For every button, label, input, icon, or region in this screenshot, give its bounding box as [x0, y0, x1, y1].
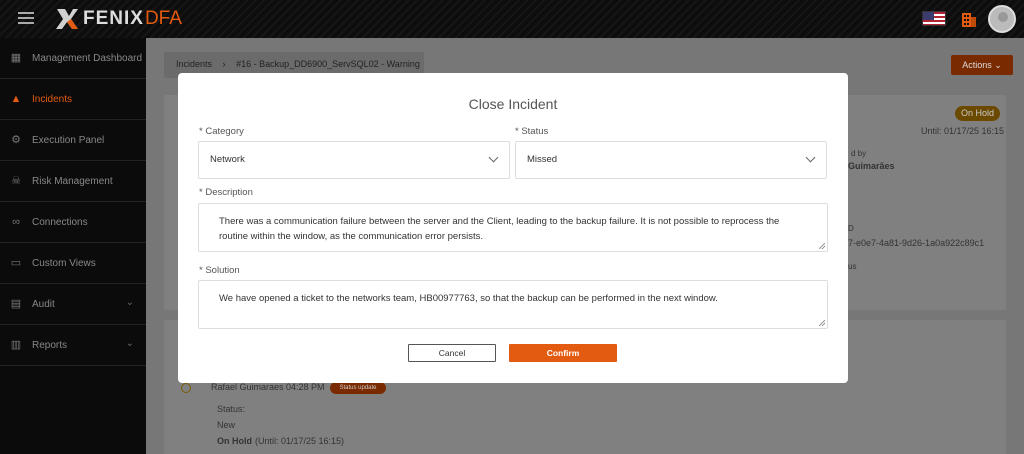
- sidebar-item-label: Custom Views: [32, 257, 96, 269]
- status-value: Missed: [527, 154, 558, 165]
- actions-button[interactable]: Actions ⌄: [951, 55, 1013, 75]
- sidebar-item-connections[interactable]: ∞ Connections: [0, 202, 146, 243]
- logo-sub-text: DFA: [144, 8, 182, 29]
- sidebar-item-reports[interactable]: ▥ Reports ⌄: [0, 325, 146, 366]
- monitor-icon: ▭: [10, 257, 22, 269]
- timeline-old-status: New: [217, 420, 236, 430]
- chevron-down-icon: [488, 152, 499, 163]
- sidebar-item-label: Management Dashboard: [32, 52, 143, 64]
- sidebar-item-label: Incidents: [32, 93, 73, 105]
- breadcrumb-current: #16 - Backup_DD6900_ServSQL02 - Warning: [236, 59, 420, 69]
- id-value: 7-e0e7-4a81-9d26-1a0a922c89c1: [848, 238, 985, 248]
- status-badge: On Hold: [955, 106, 1000, 121]
- solution-label: * Solution: [199, 265, 240, 276]
- logo-main-text: FENIX: [83, 8, 144, 29]
- user-avatar[interactable]: [988, 5, 1016, 33]
- sidebar-item-incidents[interactable]: ▲ Incidents: [0, 79, 146, 120]
- created-by-name: Guimarães: [848, 161, 895, 171]
- created-by-label: d by: [851, 149, 867, 158]
- flame-icon: ▲: [10, 93, 22, 105]
- timeline-badge: Status update: [330, 382, 386, 394]
- link-icon: ∞: [12, 216, 20, 228]
- chevron-down-icon: [805, 152, 816, 163]
- sidebar-item-label: Risk Management: [32, 175, 113, 187]
- chevron-down-icon: ⌄: [125, 338, 134, 349]
- sidebar-item-custom-views[interactable]: ▭ Custom Views: [0, 243, 146, 284]
- sidebar-item-execution-panel[interactable]: ⚙ Execution Panel: [0, 120, 146, 161]
- description-label: * Description: [199, 187, 253, 198]
- category-value: Network: [210, 154, 245, 165]
- status-fragment: us: [848, 262, 857, 271]
- building-icon[interactable]: [962, 10, 976, 27]
- close-incident-modal: Close Incident * Category Network * Stat…: [178, 73, 848, 383]
- modal-title: Close Incident: [468, 96, 558, 112]
- resize-grip-icon[interactable]: [819, 320, 825, 326]
- report-icon: ▥: [10, 339, 22, 351]
- description-textarea[interactable]: There was a communication failure betwee…: [198, 203, 828, 252]
- confirm-button[interactable]: Confirm: [509, 344, 617, 362]
- sidebar-item-label: Connections: [32, 216, 88, 228]
- actions-label: Actions: [962, 60, 992, 70]
- timeline-time: 04:28 PM: [286, 382, 325, 392]
- skull-icon: ☠: [11, 175, 21, 187]
- sidebar: ▦ Management Dashboard ▲ Incidents ⚙ Exe…: [0, 38, 146, 454]
- id-label: D: [848, 224, 854, 233]
- fenix-x-icon: [56, 9, 78, 29]
- hamburger-menu-icon[interactable]: [18, 12, 34, 24]
- category-select[interactable]: Network: [198, 141, 510, 179]
- solution-textarea[interactable]: We have opened a ticket to the networks …: [198, 280, 828, 329]
- status-select[interactable]: Missed: [515, 141, 827, 179]
- status-label: * Status: [515, 126, 549, 137]
- breadcrumb-root[interactable]: Incidents: [176, 59, 212, 69]
- resize-grip-icon[interactable]: [819, 243, 825, 249]
- description-text: There was a communication failure betwee…: [219, 216, 780, 242]
- timeline-user: Rafael Guimaraes: [211, 382, 284, 392]
- sidebar-item-management-dashboard[interactable]: ▦ Management Dashboard: [0, 38, 146, 79]
- until-text: Until: 01/17/25 16:15: [921, 126, 1005, 136]
- top-bar: FENIX DFA: [0, 0, 1024, 38]
- gear-icon: ⚙: [11, 134, 21, 146]
- timeline-until: (Until: 01/17/25 16:15): [255, 436, 345, 446]
- us-flag-icon[interactable]: [922, 11, 946, 26]
- sidebar-item-label: Execution Panel: [32, 134, 105, 146]
- logo[interactable]: FENIX DFA: [55, 6, 182, 32]
- cancel-button[interactable]: Cancel: [408, 344, 496, 362]
- clipboard-icon: ▤: [10, 298, 22, 310]
- chevron-right-icon: ›: [222, 59, 226, 69]
- timeline-status-label: Status:: [217, 404, 246, 414]
- sidebar-item-audit[interactable]: ▤ Audit ⌄: [0, 284, 146, 325]
- sidebar-item-label: Reports: [32, 339, 68, 351]
- dashboard-icon: ▦: [10, 52, 22, 64]
- sidebar-item-label: Audit: [32, 298, 55, 310]
- chevron-down-icon: ⌄: [125, 297, 134, 308]
- sidebar-item-risk-management[interactable]: ☠ Risk Management: [0, 161, 146, 202]
- clock-icon: [181, 383, 191, 393]
- category-label: * Category: [199, 126, 244, 137]
- timeline-new-status: On Hold: [217, 436, 252, 446]
- solution-text: We have opened a ticket to the networks …: [219, 293, 718, 304]
